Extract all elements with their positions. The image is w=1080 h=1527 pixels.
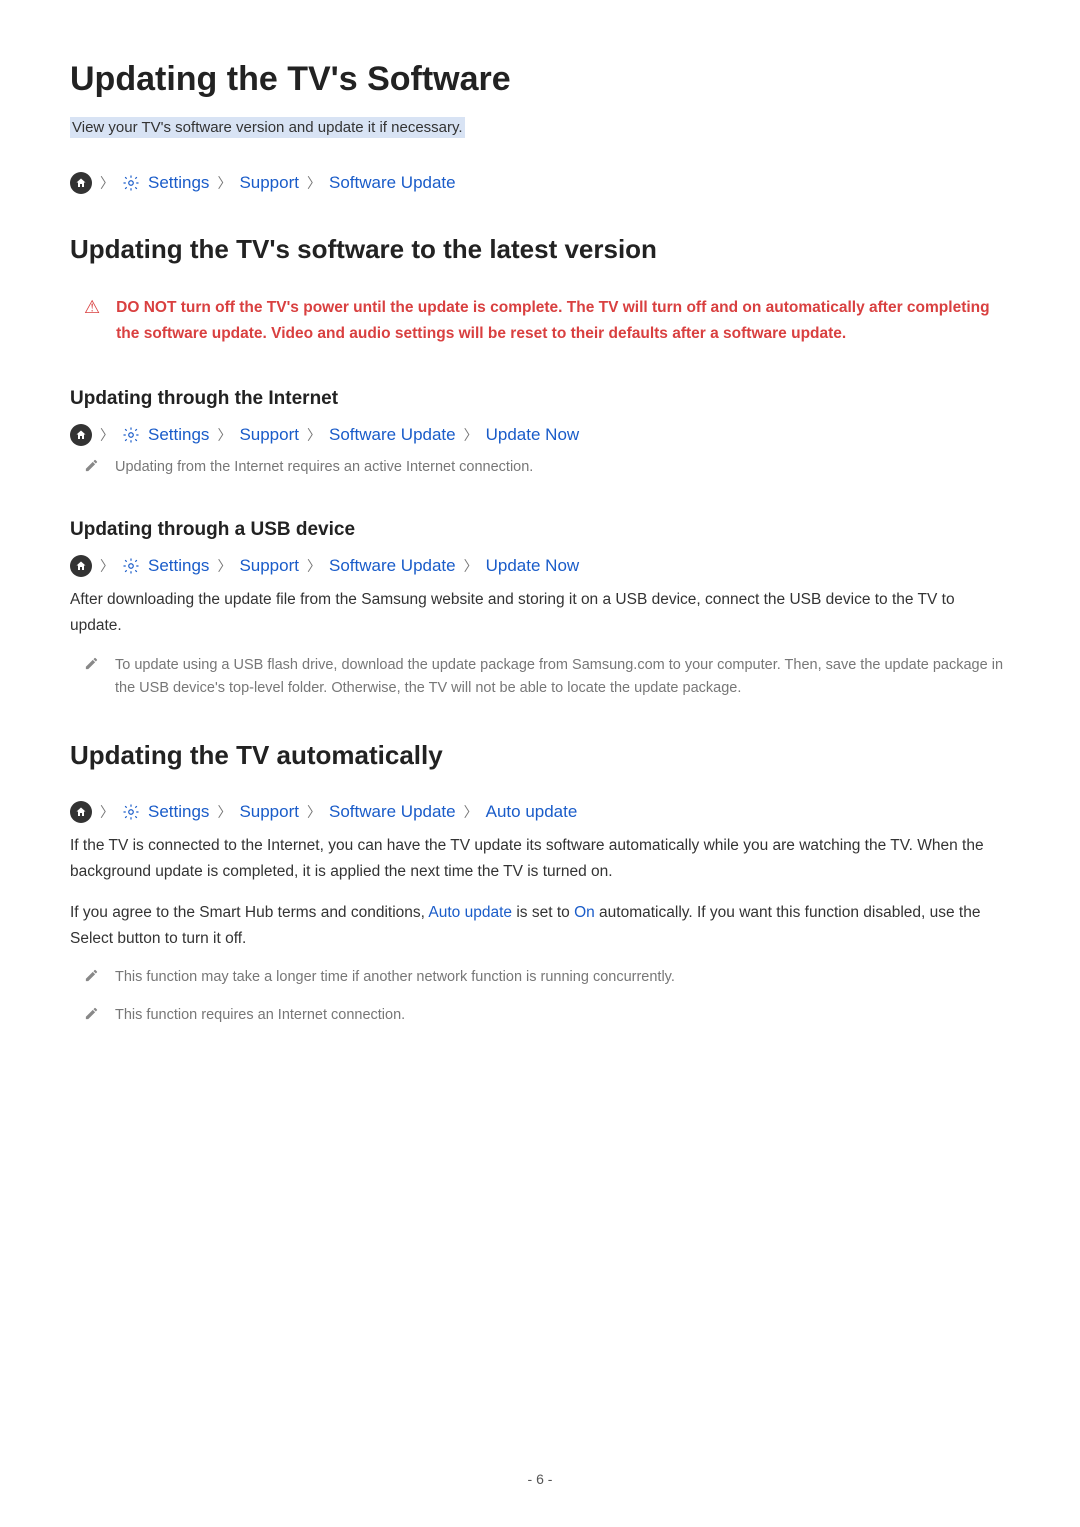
note-block: To update using a USB flash drive, downl… (70, 654, 1010, 700)
warning-icon: ⚠ (84, 295, 100, 348)
auto-body-text-2: If you agree to the Smart Hub terms and … (70, 900, 1010, 953)
chevron-right-icon: 〉 (464, 425, 478, 445)
chevron-right-icon: 〉 (307, 425, 321, 445)
gear-icon (122, 174, 140, 192)
breadcrumb-support: Support (239, 173, 299, 193)
breadcrumb-settings: Settings (148, 425, 209, 445)
inline-link-auto-update: Auto update (428, 904, 512, 921)
warning-block: ⚠ DO NOT turn off the TV's power until t… (70, 295, 1010, 348)
gear-icon (122, 803, 140, 821)
pencil-icon (84, 966, 99, 989)
home-icon (70, 424, 92, 446)
section-heading-latest-version: Updating the TV's software to the latest… (70, 234, 1010, 265)
page-number: - 6 - (0, 1471, 1080, 1487)
breadcrumb-internet: 〉 Settings 〉 Support 〉 Software Update 〉… (70, 424, 1010, 446)
usb-body-text: After downloading the update file from t… (70, 587, 1010, 640)
home-icon (70, 172, 92, 194)
breadcrumb-update-now: Update Now (486, 556, 580, 576)
text-fragment: is set to (512, 904, 574, 921)
pencil-icon (84, 1004, 99, 1027)
pencil-icon (84, 456, 99, 479)
chevron-right-icon: 〉 (307, 173, 321, 193)
text-fragment: If you agree to the Smart Hub terms and … (70, 904, 428, 921)
warning-text: DO NOT turn off the TV's power until the… (116, 295, 1010, 348)
chevron-right-icon: 〉 (217, 425, 231, 445)
gear-icon (122, 557, 140, 575)
breadcrumb-settings: Settings (148, 173, 209, 193)
chevron-right-icon: 〉 (307, 802, 321, 822)
note-text: This function may take a longer time if … (115, 966, 675, 989)
inline-link-on: On (574, 904, 595, 921)
chevron-right-icon: 〉 (100, 556, 114, 576)
breadcrumb-main: 〉 Settings 〉 Support 〉 Software Update (70, 172, 1010, 194)
breadcrumb-support: Support (239, 556, 299, 576)
auto-body-text-1: If the TV is connected to the Internet, … (70, 833, 1010, 886)
breadcrumb-software-update: Software Update (329, 425, 456, 445)
home-icon (70, 555, 92, 577)
note-block: This function requires an Internet conne… (70, 1004, 1010, 1027)
note-text: Updating from the Internet requires an a… (115, 456, 533, 479)
chevron-right-icon: 〉 (307, 556, 321, 576)
chevron-right-icon: 〉 (100, 425, 114, 445)
chevron-right-icon: 〉 (217, 173, 231, 193)
breadcrumb-software-update: Software Update (329, 802, 456, 822)
page-title: Updating the TV's Software (70, 60, 1010, 99)
breadcrumb-usb: 〉 Settings 〉 Support 〉 Software Update 〉… (70, 555, 1010, 577)
document-page: Updating the TV's Software View your TV'… (0, 0, 1080, 1091)
gear-icon (122, 426, 140, 444)
chevron-right-icon: 〉 (100, 802, 114, 822)
chevron-right-icon: 〉 (464, 556, 478, 576)
chevron-right-icon: 〉 (217, 556, 231, 576)
note-block: Updating from the Internet requires an a… (70, 456, 1010, 479)
breadcrumb-settings: Settings (148, 556, 209, 576)
home-icon (70, 801, 92, 823)
subsection-heading-internet: Updating through the Internet (70, 388, 1010, 410)
breadcrumb-software-update: Software Update (329, 556, 456, 576)
breadcrumb-software-update: Software Update (329, 173, 456, 193)
breadcrumb-settings: Settings (148, 802, 209, 822)
breadcrumb-support: Support (239, 802, 299, 822)
breadcrumb-support: Support (239, 425, 299, 445)
subsection-heading-usb: Updating through a USB device (70, 519, 1010, 541)
note-text: This function requires an Internet conne… (115, 1004, 405, 1027)
breadcrumb-auto-update: Auto update (486, 802, 578, 822)
chevron-right-icon: 〉 (100, 173, 114, 193)
chevron-right-icon: 〉 (464, 802, 478, 822)
page-subtitle: View your TV's software version and upda… (70, 117, 465, 138)
section-heading-automatically: Updating the TV automatically (70, 740, 1010, 771)
note-block: This function may take a longer time if … (70, 966, 1010, 989)
note-text: To update using a USB flash drive, downl… (115, 654, 1010, 700)
breadcrumb-update-now: Update Now (486, 425, 580, 445)
chevron-right-icon: 〉 (217, 802, 231, 822)
breadcrumb-auto: 〉 Settings 〉 Support 〉 Software Update 〉… (70, 801, 1010, 823)
pencil-icon (84, 654, 99, 700)
